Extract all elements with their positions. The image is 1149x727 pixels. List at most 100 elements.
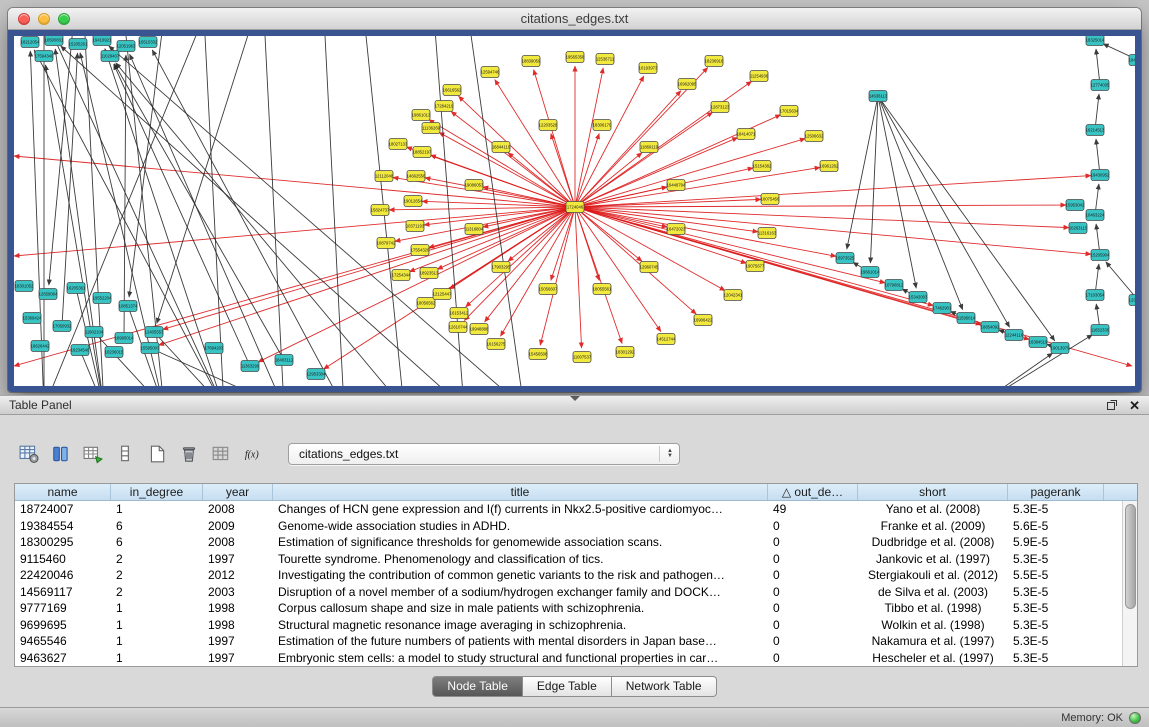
graph-edge[interactable] bbox=[878, 96, 1010, 327]
graph-node[interactable]: 10851374 bbox=[119, 301, 138, 312]
graph-node[interactable]: 19552204 bbox=[93, 293, 112, 304]
tab-node-table[interactable]: Node Table bbox=[432, 676, 523, 697]
graph-edge[interactable] bbox=[878, 96, 963, 310]
minimize-window-button[interactable] bbox=[38, 13, 50, 25]
graph-node[interactable]: 18027133 bbox=[389, 139, 408, 150]
graph-node[interactable]: 10790812 bbox=[885, 280, 904, 291]
graph-node[interactable]: 15205261 bbox=[69, 39, 88, 50]
graph-node[interactable]: 11254936 bbox=[750, 71, 769, 82]
column-header-title[interactable]: title bbox=[273, 484, 768, 500]
graph-node[interactable]: 16906422 bbox=[694, 315, 713, 326]
graph-node[interactable]: 16384519 bbox=[1029, 337, 1048, 348]
import-table-icon[interactable] bbox=[208, 442, 234, 466]
graph-node[interactable]: 15369424 bbox=[23, 313, 42, 324]
graph-node[interactable]: 12051963 bbox=[117, 41, 136, 52]
table-row[interactable]: 1456911722003Disruption of a novel membe… bbox=[15, 584, 1122, 601]
graph-edge[interactable] bbox=[575, 207, 836, 256]
graph-node[interactable]: 11007537 bbox=[573, 352, 592, 363]
graph-node[interactable]: 12774035 bbox=[1091, 80, 1110, 91]
column-header-in_degree[interactable]: in_degree bbox=[111, 484, 203, 500]
splitter-handle[interactable] bbox=[570, 396, 580, 401]
graph-node[interactable]: 10500831 bbox=[45, 36, 64, 46]
graph-node[interactable]: 11136269 bbox=[422, 123, 441, 134]
graph-edge[interactable] bbox=[14, 156, 575, 207]
table-row[interactable]: 977716911998Corpus callosum shape and si… bbox=[15, 600, 1122, 617]
graph-node[interactable]: 16156275 bbox=[487, 339, 506, 350]
graph-node[interactable]: 14662556 bbox=[407, 171, 426, 182]
graph-node[interactable]: 19948888 bbox=[470, 324, 489, 335]
graph-edge[interactable] bbox=[44, 36, 224, 386]
graph-node[interactable]: 12405553 bbox=[145, 327, 164, 338]
graph-edge[interactable] bbox=[575, 134, 599, 207]
graph-edge[interactable] bbox=[575, 167, 820, 207]
graph-node[interactable]: 11316163 bbox=[758, 228, 777, 239]
graph-node[interactable]: 16214513 bbox=[1086, 125, 1105, 136]
column-header-year[interactable]: year bbox=[203, 484, 273, 500]
add-column-icon[interactable] bbox=[80, 442, 106, 466]
graph-edge[interactable] bbox=[575, 207, 1091, 254]
graph-node[interactable]: 12610744 bbox=[449, 322, 468, 333]
graph-node[interactable]: 10193973 bbox=[639, 63, 658, 74]
graph-edge[interactable] bbox=[974, 353, 1053, 386]
tab-edge-table[interactable]: Edge Table bbox=[523, 676, 612, 697]
graph-node[interactable]: 11029407 bbox=[101, 51, 120, 62]
graph-node[interactable]: 18403112 bbox=[275, 355, 294, 366]
graph-node[interactable]: 10463224 bbox=[1086, 210, 1105, 221]
graph-edge[interactable] bbox=[124, 55, 126, 338]
graph-node[interactable]: 19234540 bbox=[71, 345, 90, 356]
graph-node[interactable]: 19075677 bbox=[746, 261, 765, 272]
graph-edge[interactable] bbox=[264, 36, 284, 386]
graph-node[interactable]: 12536711 bbox=[596, 54, 615, 65]
graph-node[interactable]: 14636113 bbox=[869, 91, 888, 102]
graph-node[interactable]: 17254344 bbox=[392, 270, 411, 281]
graph-node[interactable]: 18854092 bbox=[981, 322, 1000, 333]
table-row[interactable]: 2242004622012Investigating the contribut… bbox=[15, 567, 1122, 584]
graph-node[interactable]: 11595014 bbox=[957, 313, 976, 324]
graph-edge[interactable] bbox=[152, 50, 344, 386]
table-row[interactable]: 969969511998Structural magnetic resonanc… bbox=[15, 617, 1122, 634]
graph-node[interactable]: 17050932 bbox=[53, 321, 72, 332]
graph-node[interactable]: 14512744 bbox=[657, 334, 676, 345]
zoom-window-button[interactable] bbox=[58, 13, 70, 25]
close-window-button[interactable] bbox=[18, 13, 30, 25]
graph-edge[interactable] bbox=[30, 51, 44, 386]
graph-node[interactable]: 15056607 bbox=[539, 284, 558, 295]
graph-node[interactable]: 12945012 bbox=[1129, 295, 1135, 306]
tab-network-table[interactable]: Network Table bbox=[612, 676, 717, 697]
graph-node[interactable]: 18301292 bbox=[616, 347, 635, 358]
graph-edge[interactable] bbox=[575, 176, 1091, 207]
graph-node[interactable]: 16626442 bbox=[31, 341, 50, 352]
graph-node[interactable]: 15595003 bbox=[141, 343, 160, 354]
graph-node[interactable]: 16962095 bbox=[678, 79, 697, 90]
graph-node[interactable]: 17103054 bbox=[1086, 290, 1105, 301]
scrollbar-thumb[interactable] bbox=[1125, 504, 1136, 609]
graph-node[interactable]: 18306170 bbox=[593, 120, 612, 131]
delete-table-icon[interactable] bbox=[176, 442, 202, 466]
table-row[interactable]: 946362711997Embryonic stem cells: a mode… bbox=[15, 650, 1122, 667]
float-panel-icon[interactable] bbox=[1106, 399, 1118, 411]
graph-edge[interactable] bbox=[508, 207, 575, 261]
graph-node[interactable]: 11652330 bbox=[1091, 325, 1110, 336]
graph-node[interactable]: 11902104 bbox=[85, 327, 104, 338]
select-columns-icon[interactable] bbox=[48, 442, 74, 466]
graph-node[interactable]: 17462901 bbox=[933, 303, 952, 314]
graph-node[interactable]: 17015634 bbox=[780, 106, 799, 117]
graph-node[interactable]: 12203528 bbox=[539, 120, 558, 131]
graph-node[interactable]: 16205361 bbox=[67, 283, 86, 294]
graph-node[interactable]: 16075456 bbox=[761, 194, 780, 205]
graph-node[interactable]: 11869119 bbox=[640, 142, 659, 153]
table-scrollbar[interactable] bbox=[1122, 501, 1137, 666]
graph-node[interactable]: 18236916 bbox=[705, 56, 724, 67]
graph-node[interactable]: 12659064 bbox=[39, 289, 58, 300]
graph-node[interactable]: 12244116 bbox=[1005, 330, 1024, 341]
graph-edge[interactable] bbox=[575, 153, 642, 207]
table-row[interactable]: 911546021997Tourette syndrome. Phenomeno… bbox=[15, 551, 1122, 568]
graph-edge[interactable] bbox=[154, 332, 224, 386]
graph-node[interactable]: 10263115 bbox=[1069, 223, 1088, 234]
graph-node[interactable]: 18839059 bbox=[522, 56, 541, 67]
graph-node[interactable]: 18055561 bbox=[593, 284, 612, 295]
graph-node[interactable]: 18923513 bbox=[420, 268, 439, 279]
graph-node[interactable]: 18414071 bbox=[737, 129, 756, 140]
network-canvas[interactable]: 1724046195653581883905912594746166165621… bbox=[14, 36, 1135, 386]
graph-node[interactable]: 10879742 bbox=[377, 238, 396, 249]
